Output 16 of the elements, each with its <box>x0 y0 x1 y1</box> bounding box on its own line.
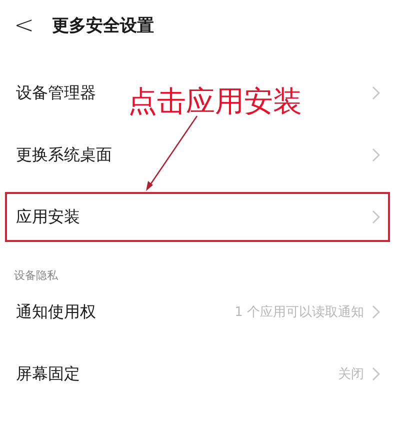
row-label: 屏幕固定 <box>16 364 80 384</box>
section-title: 设备隐私 <box>14 268 59 283</box>
row-label: 应用安装 <box>16 206 80 228</box>
chevron-icon <box>372 148 380 162</box>
page-title: 更多安全设置 <box>52 14 154 36</box>
chevron-icon <box>372 210 380 224</box>
row-value: 关闭 <box>338 366 364 383</box>
chevron-icon <box>372 367 380 381</box>
chevron-icon <box>372 305 380 319</box>
chevron-icon <box>372 86 380 100</box>
row-label: 更换系统桌面 <box>16 144 112 166</box>
annotation-text: 点击应用安装 <box>128 83 302 120</box>
row-label: 通知使用权 <box>16 302 96 322</box>
row-label: 设备管理器 <box>16 82 96 104</box>
row-value: 1 个应用可以读取通知 <box>234 304 364 321</box>
back-button[interactable]: < <box>14 13 34 37</box>
